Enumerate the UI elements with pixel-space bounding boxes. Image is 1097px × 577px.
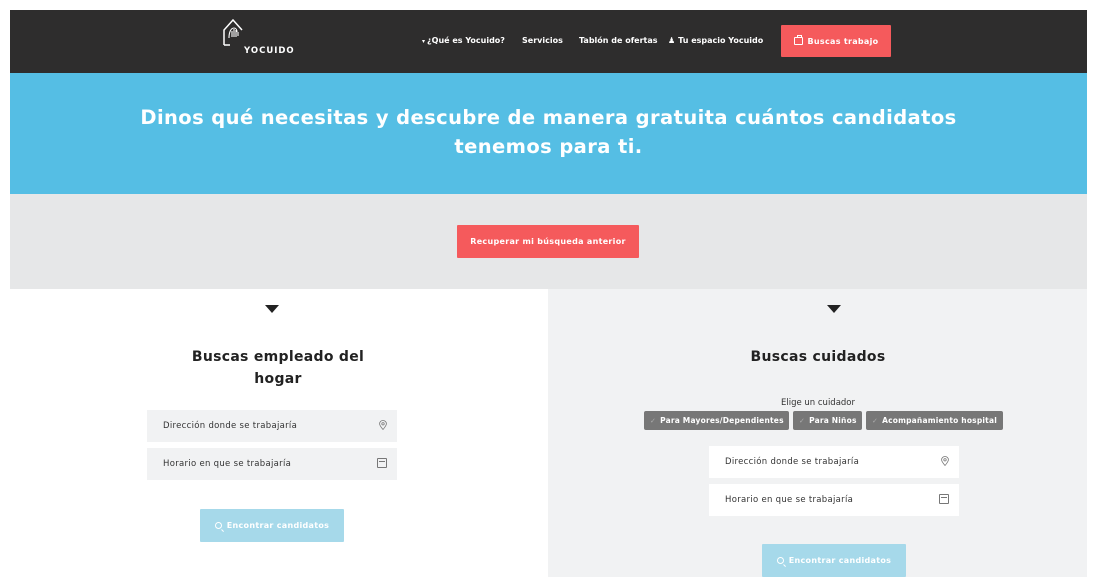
caret-down-icon: ▾ — [422, 38, 426, 45]
panel-title: Buscas empleado del hogar — [178, 346, 378, 390]
calendar-icon — [939, 494, 949, 504]
find-candidates-button[interactable]: Encontrar candidatos — [762, 544, 906, 577]
nav-link-que-es[interactable]: ▾ ¿Qué es Yocuido? — [422, 36, 505, 45]
address-placeholder: Dirección donde se trabajaría — [725, 457, 860, 467]
hero-banner: Dinos qué necesitas y descubre de manera… — [10, 73, 1087, 194]
chip-ninos[interactable]: ✓ Para Niños — [793, 411, 862, 430]
buscas-trabajo-button[interactable]: Buscas trabajo — [781, 25, 891, 57]
chip-hospital[interactable]: ✓ Acompañamiento hospital — [866, 411, 1003, 430]
hero-title-line1: Dinos qué necesitas y descubre de manera… — [140, 106, 957, 129]
search-icon — [214, 522, 222, 529]
search-icon — [776, 557, 784, 564]
address-field[interactable]: Dirección donde se trabajaría — [147, 410, 397, 442]
triangle-down-icon — [265, 305, 279, 313]
location-pin-icon — [379, 420, 387, 430]
check-icon: ✓ — [799, 416, 806, 425]
panel-title-line2: hogar — [254, 371, 302, 387]
buscas-trabajo-label: Buscas trabajo — [807, 36, 879, 46]
check-icon: ✓ — [650, 416, 657, 425]
logo[interactable]: YOCUIDO — [222, 18, 295, 62]
care-panel: Buscas cuidados Elige un cuidador ✓ Para … — [548, 289, 1087, 577]
schedule-field[interactable]: Horario en que se trabajaría — [147, 448, 397, 480]
choose-caregiver-label: Elige un cuidador — [780, 398, 855, 408]
panel-title: Buscas cuidados — [750, 349, 886, 365]
chip-label: Para Mayores/Dependientes — [660, 416, 784, 425]
hero-title-line2: tenemos para ti. — [454, 135, 643, 158]
panel-title-line1: Buscas empleado del — [191, 349, 365, 365]
address-placeholder: Dirección donde se trabajaría — [163, 421, 298, 431]
nav-link-label: Tu espacio Yocuido — [678, 36, 764, 45]
user-icon: ♟ — [668, 36, 676, 45]
nav-link-tablon[interactable]: Tablón de ofertas — [579, 36, 658, 45]
page: YOCUIDO ▾ ¿Qué es Yocuido? Servicios Tabl… — [10, 10, 1087, 577]
address-field[interactable]: Dirección donde se trabajaría — [709, 446, 959, 478]
triangle-down-icon — [827, 305, 841, 313]
briefcase-icon — [793, 35, 803, 45]
hero-title: Dinos qué necesitas y descubre de manera… — [10, 103, 1087, 161]
nav-link-servicios[interactable]: Servicios — [522, 36, 563, 45]
chip-label: Acompañamiento hospital — [882, 416, 997, 425]
schedule-placeholder: Horario en que se trabajaría — [725, 495, 854, 505]
chip-mayores[interactable]: ✓ Para Mayores/Dependientes — [644, 411, 789, 430]
schedule-field[interactable]: Horario en que se trabajaría — [709, 484, 959, 516]
find-candidates-label: Encontrar candidatos — [226, 521, 330, 530]
nav-link-label: ¿Qué es Yocuido? — [427, 36, 505, 45]
household-employee-panel: Buscas empleado del hogar Dirección dond… — [10, 289, 548, 577]
calendar-icon — [377, 458, 387, 468]
top-nav: YOCUIDO ▾ ¿Qué es Yocuido? Servicios Tabl… — [10, 10, 1087, 73]
brand-name: YOCUIDO — [244, 46, 295, 56]
nav-link-tu-espacio[interactable]: ♟ Tu espacio Yocuido — [668, 36, 763, 45]
find-candidates-label: Encontrar candidatos — [788, 556, 892, 565]
recover-band: Recuperar mi búsqueda anterior — [10, 194, 1087, 289]
recover-search-button[interactable]: Recuperar mi búsqueda anterior — [457, 225, 639, 258]
chip-label: Para Niños — [809, 416, 857, 425]
schedule-placeholder: Horario en que se trabajaría — [163, 459, 292, 469]
find-candidates-button[interactable]: Encontrar candidatos — [200, 509, 344, 542]
house-hand-icon — [223, 18, 243, 46]
location-pin-icon — [941, 456, 949, 466]
check-icon: ✓ — [872, 416, 879, 425]
